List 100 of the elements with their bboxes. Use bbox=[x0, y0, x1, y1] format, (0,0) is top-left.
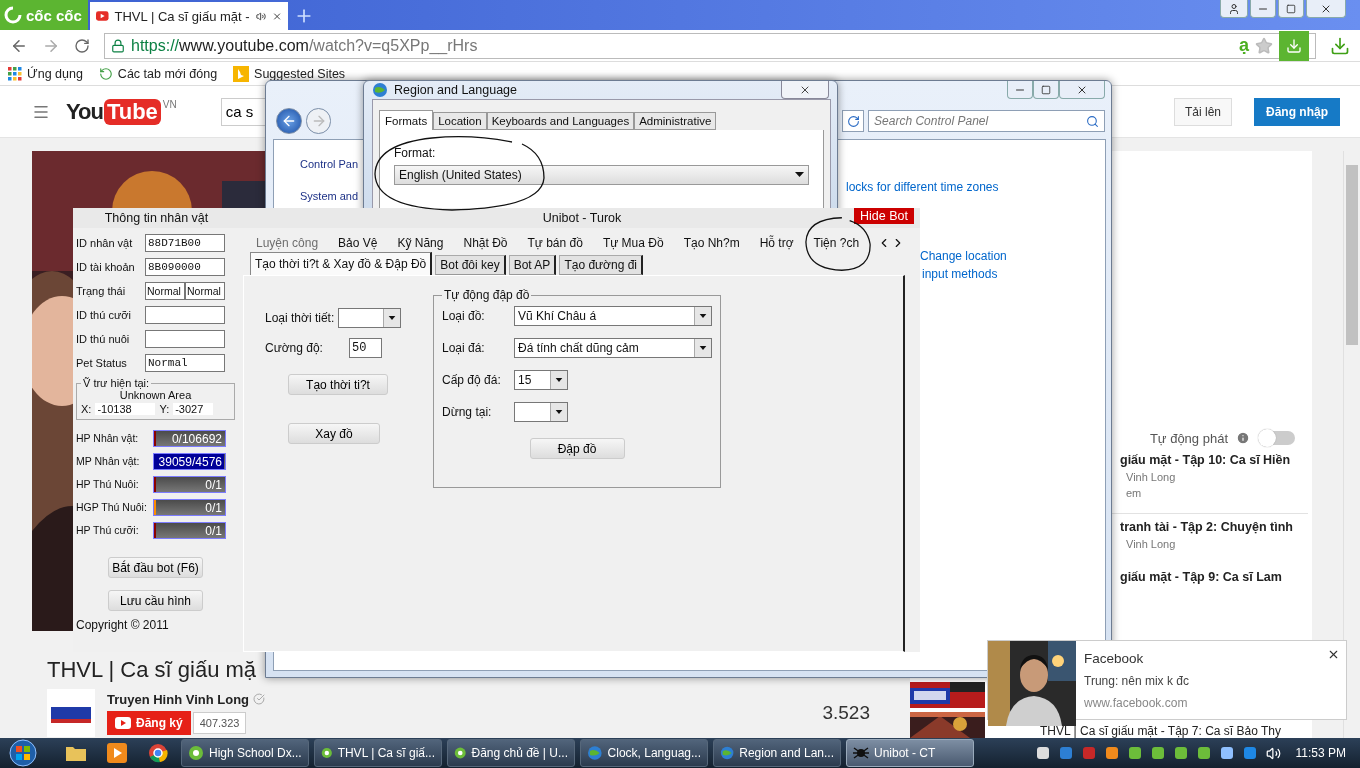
dropdown-value: 15 bbox=[518, 373, 532, 387]
meter-label: HP Thú Nuôi: bbox=[76, 478, 140, 490]
taskbar-button[interactable]: Clock, Languag... bbox=[580, 739, 708, 767]
meter-label: MP Nhân vật: bbox=[76, 455, 141, 467]
video-title[interactable]: tranh tài - Tập 2: Chuyện tình bbox=[1120, 520, 1308, 534]
tab[interactable]: Hỗ trợ bbox=[749, 235, 804, 250]
bookmark[interactable]: Ứng dụng bbox=[8, 66, 83, 81]
tab[interactable]: Formats bbox=[379, 110, 434, 130]
meter-label: HP Nhân vật: bbox=[76, 432, 140, 444]
taskbar-button[interactable]: Đăng chủ đề | U... bbox=[447, 739, 575, 767]
tab[interactable]: Administrative bbox=[634, 112, 717, 130]
tab[interactable]: Bot AP bbox=[508, 255, 557, 275]
field-label: Format: bbox=[394, 146, 437, 160]
taskbar-button[interactable]: High School Dx... bbox=[181, 739, 309, 767]
settings-link[interactable]: Change location bbox=[920, 249, 1105, 263]
field-label: ID thú cưỡi bbox=[76, 308, 132, 321]
view-count: 3.523 bbox=[822, 702, 870, 724]
video-meta: Vinh Long bbox=[1126, 471, 1177, 483]
address-bar[interactable]: https://www.youtube.com/watch?v=q5XPp__rHrs ạ bbox=[104, 32, 1316, 59]
window-title: Unibot - Turok bbox=[541, 211, 623, 225]
copyright-text: Copyright © 2011 bbox=[76, 618, 170, 632]
field-label: Loại đồ: bbox=[442, 309, 486, 323]
taskbar-button[interactable]: THVL | Ca sĩ giấ... bbox=[314, 739, 442, 767]
action-button[interactable]: Lưu cầu hình bbox=[108, 590, 203, 611]
field-label: Loại đá: bbox=[442, 341, 486, 355]
notification-message: Trung: nên mix k đc bbox=[1084, 674, 1190, 688]
group-title: Ṽ trư hiện tại: bbox=[82, 377, 151, 389]
tab-title: THVL | Ca sĩ giấu mặt - bbox=[114, 8, 250, 24]
upload-button[interactable]: Tải lên bbox=[1173, 97, 1232, 126]
tab[interactable]: Kỹ Năng bbox=[387, 235, 454, 250]
notification-source: www.facebook.com bbox=[1084, 696, 1189, 710]
meter-label: HGP Thú Nuôi: bbox=[76, 501, 148, 513]
tab[interactable]: Tự Mua Đồ bbox=[592, 235, 674, 250]
action-button[interactable]: Bắt đầu bot (F6) bbox=[108, 557, 203, 578]
coordinate-value: -3027 bbox=[173, 403, 214, 415]
number-field[interactable]: 50 bbox=[349, 338, 382, 358]
subscribe-button[interactable]: Đăng ký bbox=[107, 710, 191, 735]
video-title: THVL | Ca sĩ giấu mặ bbox=[47, 657, 258, 683]
video-title[interactable]: giấu mặt - Tập 10: Ca sĩ Hiền bbox=[1120, 453, 1308, 467]
coordinate-label: Y: bbox=[159, 403, 170, 415]
action-button[interactable]: Tạo thời ti?t bbox=[288, 374, 388, 395]
video-meta: Vinh Long bbox=[1126, 538, 1177, 550]
taskbar-button[interactable]: Region and Lan... bbox=[713, 739, 841, 767]
dropdown[interactable]: Vũ Khí Châu á bbox=[514, 306, 712, 326]
video-meta: em bbox=[1126, 487, 1143, 499]
text-field[interactable]: 8B090000 bbox=[145, 257, 225, 276]
meter-reading: 0/1 bbox=[205, 523, 222, 538]
window-title: Region and Language bbox=[394, 83, 518, 97]
field-label: ID nhân vật bbox=[76, 236, 134, 249]
field-label: Loại thời tiết: bbox=[265, 311, 335, 325]
tab[interactable]: Bảo Vệ bbox=[328, 235, 388, 250]
meter-reading: 0/106692 bbox=[171, 431, 222, 446]
bookmark[interactable]: Suggested Sites bbox=[233, 65, 346, 82]
text-field[interactable]: Normal bbox=[145, 353, 225, 372]
format-dropdown[interactable]: English (United States) bbox=[394, 165, 809, 185]
action-button[interactable]: Đập đồ bbox=[529, 438, 625, 459]
tab[interactable]: Tiện ?ch bbox=[803, 235, 870, 250]
url-text: https://www.youtube.com/watch?v=q5XPp__rHrs bbox=[131, 36, 478, 55]
meter-reading: 0/1 bbox=[205, 500, 222, 515]
bookmark[interactable]: Các tab mới đóng bbox=[98, 66, 218, 81]
text-field[interactable]: 88D71B00 bbox=[145, 233, 225, 252]
field-label: Cường độ: bbox=[265, 341, 324, 355]
tab[interactable]: Tạo thời ti?t & Xay đồ & Đập Đồ bbox=[250, 252, 433, 275]
search-field[interactable]: Search Control Panel bbox=[868, 110, 1105, 132]
settings-link[interactable]: input methods bbox=[922, 267, 1105, 281]
text-field[interactable]: Normal bbox=[145, 281, 185, 300]
taskbar-button[interactable]: Unibot - CT bbox=[846, 739, 974, 767]
tab[interactable]: Tạo đường đi bbox=[559, 255, 643, 275]
dropdown-value: Đá tính chất dũng cảm bbox=[518, 341, 639, 355]
browser-tab[interactable]: THVL | Ca sĩ giấu mặt - bbox=[90, 2, 288, 30]
area-name: Unknown Area bbox=[118, 389, 193, 401]
field-label: ID thú nuôi bbox=[76, 332, 131, 345]
field-label: Trạng thái bbox=[76, 284, 127, 297]
autoplay-label: Tự động phát bbox=[1149, 430, 1228, 446]
meter-reading: 39059/4576 bbox=[158, 454, 222, 469]
tab[interactable]: Tạo Nh?m bbox=[673, 235, 750, 250]
notification-title: Facebook bbox=[1084, 651, 1145, 666]
video-title[interactable]: THVL | Ca sĩ giấu mặt - Tập 7: Ca sĩ Bảo Thy bbox=[1040, 724, 1281, 738]
dropdown[interactable]: 15 bbox=[514, 370, 568, 390]
field-label: Pet Status bbox=[76, 356, 128, 369]
dropdown[interactable]: Đá tính chất dũng cảm bbox=[514, 338, 712, 358]
coordinate-label: X: bbox=[81, 403, 92, 415]
settings-link[interactable]: locks for different time zones bbox=[846, 180, 1105, 194]
hide-button[interactable]: Hide Bot bbox=[854, 208, 914, 224]
tab[interactable]: Bot đôi key bbox=[435, 255, 506, 275]
video-title[interactable]: giấu mặt - Tập 9: Ca sĩ Lam bbox=[1120, 570, 1308, 584]
panel-title: Thông tin nhân vật bbox=[73, 208, 240, 228]
tab[interactable]: Location bbox=[433, 112, 487, 130]
tab[interactable]: Tự bán đồ bbox=[517, 235, 593, 250]
action-button[interactable]: Xay đồ bbox=[288, 423, 380, 444]
field-label: Cấp độ đá: bbox=[442, 373, 502, 387]
clock[interactable]: 11:53 PM bbox=[1295, 746, 1346, 760]
meter-reading: 0/1 bbox=[205, 477, 222, 492]
channel-name[interactable]: Truyen Hinh Vinh Long bbox=[107, 691, 266, 707]
field-label: Dừng tại: bbox=[442, 405, 493, 419]
tab[interactable]: Nhặt Đồ bbox=[453, 235, 518, 250]
dropdown-value: Vũ Khí Châu á bbox=[518, 309, 597, 323]
sign-in-button[interactable]: Đăng nhập bbox=[1254, 97, 1340, 126]
text-field[interactable]: Normal bbox=[185, 281, 225, 300]
tab[interactable]: Keyboards and Languages bbox=[486, 112, 635, 130]
